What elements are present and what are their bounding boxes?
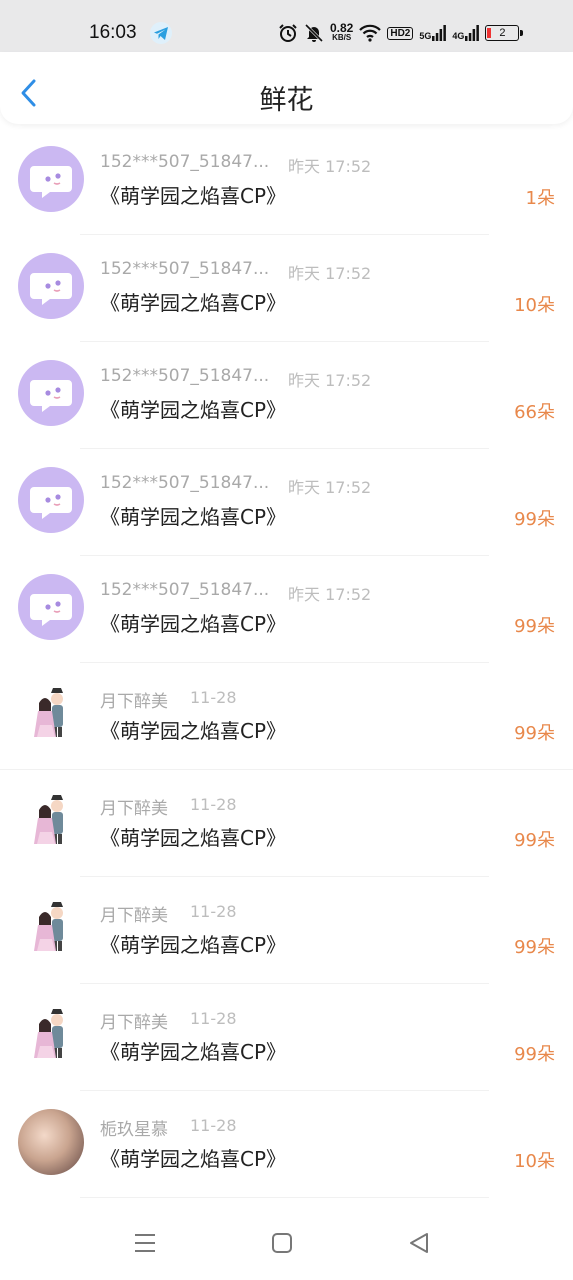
chat-bubble-avatar[interactable] <box>18 360 84 426</box>
alarm-icon <box>279 24 297 42</box>
gift-time: 昨天 17:52 <box>288 157 372 176</box>
list-item[interactable]: 152***507_51847... 昨天 17:52 《萌学园之焰喜CP》 9… <box>0 449 573 556</box>
book-title: 《萌学园之焰喜CP》 <box>100 398 287 422</box>
couple-cartoon-icon <box>34 688 63 737</box>
signal-5g: 5G <box>419 25 447 41</box>
list-item[interactable]: 152***507_51847... 昨天 17:52 《萌学园之焰喜CP》 1… <box>0 235 573 342</box>
sender-name: 152***507_51847... <box>100 259 270 279</box>
flower-gift-list: 152***507_51847... 昨天 17:52 《萌学园之焰喜CP》 1… <box>0 128 573 1198</box>
gift-time: 11-28 <box>190 1116 237 1135</box>
sender-name: 月下醉美 <box>100 692 168 712</box>
user-photo-avatar[interactable] <box>18 1109 84 1175</box>
couple-cartoon-avatar[interactable] <box>18 895 84 961</box>
chat-bubble-avatar[interactable] <box>18 146 84 212</box>
gift-time: 昨天 17:52 <box>288 371 372 390</box>
couple-cartoon-icon <box>34 1009 63 1058</box>
sender-name: 152***507_51847... <box>100 473 270 493</box>
list-item[interactable]: 月下醉美 11-28 《萌学园之焰喜CP》 99朵 <box>0 770 573 877</box>
book-title: 《萌学园之焰喜CP》 <box>100 1147 287 1171</box>
gift-time: 11-28 <box>190 795 237 814</box>
list-item[interactable]: 152***507_51847... 昨天 17:52 《萌学园之焰喜CP》 1… <box>0 128 573 235</box>
sender-name: 栀玖星慕 <box>100 1120 168 1140</box>
chat-bubble-avatar[interactable] <box>18 574 84 640</box>
flower-count: 99朵 <box>514 830 555 851</box>
status-bar: 16:03 0.82 KB/S HD2 5G 4G 2 <box>0 0 573 52</box>
list-item[interactable]: 152***507_51847... 昨天 17:52 《萌学园之焰喜CP》 9… <box>0 556 573 663</box>
gift-time: 11-28 <box>190 688 237 707</box>
couple-cartoon-icon <box>34 902 63 951</box>
speed-value: 0.82 <box>330 21 354 35</box>
chat-bubble-icon <box>30 380 72 412</box>
couple-cartoon-avatar[interactable] <box>18 1002 84 1068</box>
list-item[interactable]: 月下醉美 11-28 《萌学园之焰喜CP》 99朵 <box>0 663 573 770</box>
couple-cartoon-avatar[interactable] <box>18 788 84 854</box>
flower-count: 99朵 <box>514 723 555 744</box>
sender-name: 月下醉美 <box>100 799 168 819</box>
book-title: 《萌学园之焰喜CP》 <box>100 719 287 743</box>
wifi-icon <box>359 24 382 42</box>
flower-count: 66朵 <box>514 402 555 423</box>
list-item[interactable]: 月下醉美 11-28 《萌学园之焰喜CP》 99朵 <box>0 877 573 984</box>
chat-bubble-avatar[interactable] <box>18 467 84 533</box>
menu-icon[interactable] <box>134 1232 156 1254</box>
book-title: 《萌学园之焰喜CP》 <box>100 826 287 850</box>
couple-cartoon-avatar[interactable] <box>18 681 84 747</box>
signal-icon <box>432 25 447 41</box>
gift-time: 11-28 <box>190 1009 237 1028</box>
system-nav-bar <box>0 1200 573 1280</box>
list-item[interactable]: 152***507_51847... 昨天 17:52 《萌学园之焰喜CP》 6… <box>0 342 573 449</box>
list-item[interactable]: 栀玖星慕 11-28 《萌学园之焰喜CP》 10朵 <box>0 1091 573 1198</box>
battery-icon: 2 <box>485 25 524 41</box>
page-title: 鲜花 <box>259 85 314 116</box>
back-triangle-icon[interactable] <box>408 1232 430 1254</box>
sender-name: 152***507_51847... <box>100 366 270 386</box>
chat-bubble-avatar[interactable] <box>18 253 84 319</box>
sender-name: 152***507_51847... <box>100 152 270 172</box>
chat-bubble-icon <box>30 273 72 305</box>
sender-name: 月下醉美 <box>100 1013 168 1033</box>
home-square-icon[interactable] <box>271 1232 293 1254</box>
signal-icon <box>465 25 480 41</box>
gift-time: 11-28 <box>190 902 237 921</box>
status-time: 16:03 <box>89 22 137 43</box>
flower-count: 10朵 <box>514 1151 555 1172</box>
chat-bubble-icon <box>30 487 72 519</box>
book-title: 《萌学园之焰喜CP》 <box>100 184 287 208</box>
couple-cartoon-icon <box>34 795 63 844</box>
list-item[interactable]: 月下醉美 11-28 《萌学园之焰喜CP》 99朵 <box>0 984 573 1091</box>
flower-count: 99朵 <box>514 616 555 637</box>
divider <box>80 1197 489 1198</box>
flower-count: 10朵 <box>514 295 555 316</box>
status-icons: 0.82 KB/S HD2 5G 4G 2 <box>278 21 524 45</box>
app-header: 鲜花 <box>0 52 573 124</box>
book-title: 《萌学园之焰喜CP》 <box>100 612 287 636</box>
gift-time: 昨天 17:52 <box>288 478 372 497</box>
book-title: 《萌学园之焰喜CP》 <box>100 291 287 315</box>
flower-count: 99朵 <box>514 509 555 530</box>
mute-icon <box>304 23 324 43</box>
signal-4g: 4G <box>452 25 480 41</box>
network-speed: 0.82 KB/S <box>330 21 354 43</box>
chat-bubble-icon <box>30 166 72 198</box>
sender-name: 月下醉美 <box>100 906 168 926</box>
net-5g-label: 5G <box>419 31 432 41</box>
flower-count: 1朵 <box>525 188 555 209</box>
book-title: 《萌学园之焰喜CP》 <box>100 1040 287 1064</box>
gift-time: 昨天 17:52 <box>288 585 372 604</box>
flower-count: 99朵 <box>514 937 555 958</box>
gift-time: 昨天 17:52 <box>288 264 372 283</box>
book-title: 《萌学园之焰喜CP》 <box>100 933 287 957</box>
flower-count: 99朵 <box>514 1044 555 1065</box>
chat-bubble-icon <box>30 594 72 626</box>
book-title: 《萌学园之焰喜CP》 <box>100 505 287 529</box>
sender-name: 152***507_51847... <box>100 580 270 600</box>
net-4g-label: 4G <box>452 31 465 41</box>
hd-badge: HD2 <box>387 26 414 40</box>
telegram-icon <box>150 22 172 44</box>
speed-unit: KB/S <box>332 33 352 42</box>
